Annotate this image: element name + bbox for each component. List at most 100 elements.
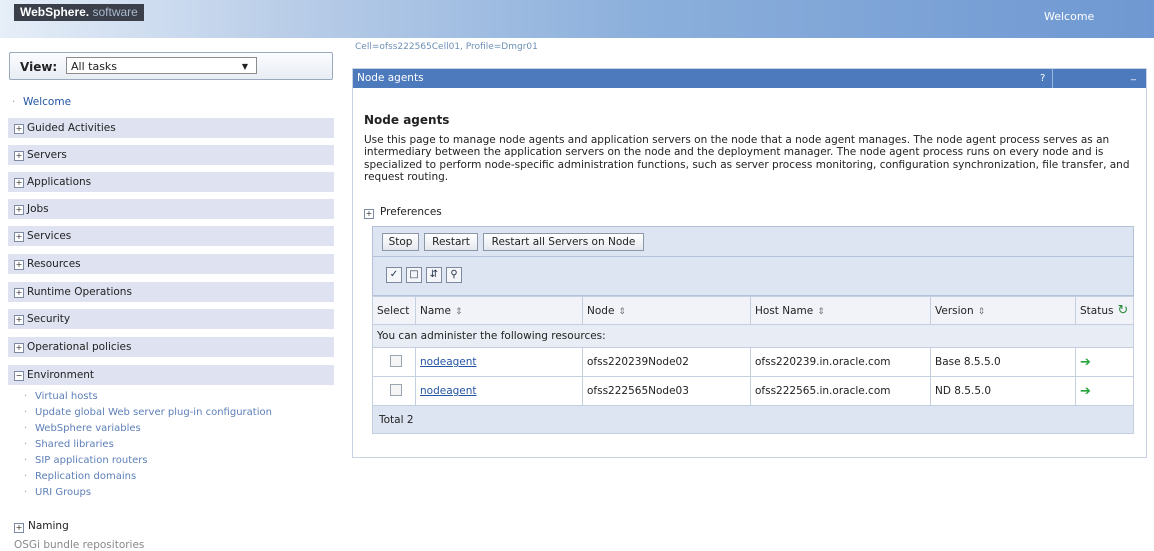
- websphere-logo: WebSphere. software: [14, 4, 144, 21]
- restart-all-servers-button[interactable]: Restart all Servers on Node: [483, 233, 644, 251]
- started-arrow-icon: ➔: [1080, 354, 1091, 370]
- header-version[interactable]: Version ⇕: [930, 296, 1076, 325]
- nav-item-uri-groups[interactable]: · URI Groups: [24, 487, 91, 498]
- view-select-value: All tasks: [71, 60, 118, 73]
- node-agent-link[interactable]: nodeagent: [420, 385, 477, 397]
- name-cell: nodeagent: [415, 376, 583, 406]
- bullet-icon: ·: [24, 439, 28, 450]
- sort-icon[interactable]: ⇕: [978, 307, 986, 317]
- table-toolbar: ✓ □ ⇵ ⚲: [372, 257, 1134, 296]
- nav-section-guided-activities[interactable]: + Guided Activities: [8, 117, 334, 138]
- expand-icon: +: [14, 124, 24, 134]
- nav-section-servers[interactable]: + Servers: [8, 144, 334, 165]
- nav-section-services[interactable]: + Services: [8, 225, 334, 246]
- welcome-link[interactable]: Welcome: [1044, 10, 1094, 23]
- view-label: View:: [20, 60, 58, 74]
- nav-item-osgi[interactable]: OSGi bundle repositories: [14, 539, 144, 551]
- started-arrow-icon: ➔: [1080, 383, 1091, 399]
- name-cell: nodeagent: [415, 347, 583, 377]
- view-select[interactable]: All tasks ▼: [66, 57, 257, 74]
- bullet-icon: ·: [24, 391, 28, 402]
- nav-section-operational-policies[interactable]: + Operational policies: [8, 336, 334, 357]
- action-button-bar: Stop Restart Restart all Servers on Node: [372, 226, 1134, 257]
- sort-icon[interactable]: ⇕: [455, 307, 463, 317]
- select-all-icon[interactable]: ✓: [386, 267, 402, 283]
- nav-item-websphere-variables[interactable]: · WebSphere variables: [24, 423, 141, 434]
- preferences-toggle[interactable]: + Preferences: [364, 206, 442, 219]
- node-agents-panel: Node agents ? _ Node agents Use this pag…: [352, 68, 1147, 458]
- row-checkbox[interactable]: [390, 355, 402, 367]
- nav-welcome-link[interactable]: · Welcome: [12, 96, 71, 108]
- expand-icon: +: [14, 178, 24, 188]
- deselect-all-icon[interactable]: □: [406, 267, 422, 283]
- node-agents-table: Select Name ⇕ Node ⇕ Host Name ⇕ Version ⇕ S…: [372, 296, 1134, 434]
- bullet-icon: ·: [24, 487, 28, 498]
- filter-icon[interactable]: ⚲: [446, 267, 462, 283]
- nav-item-update-plugin[interactable]: · Update global Web server plug-in config…: [24, 407, 272, 418]
- sort-icon[interactable]: ⇕: [618, 307, 626, 317]
- title-separator: [1052, 69, 1053, 88]
- brand-name: WebSphere.: [20, 5, 90, 19]
- nav-item-sip-routers[interactable]: · SIP application routers: [24, 455, 148, 466]
- expand-icon: +: [14, 232, 24, 242]
- nav-section-applications[interactable]: + Applications: [8, 171, 334, 192]
- show-filter-icon[interactable]: ⇵: [426, 267, 442, 283]
- bullet-icon: ·: [24, 471, 28, 482]
- header-status: Status ↻: [1075, 296, 1134, 325]
- left-navigation: View: All tasks ▼ · Welcome + Guided Activ…: [0, 45, 345, 551]
- page-description: Use this page to manage node agents and …: [364, 134, 1130, 184]
- table-header-row: Select Name ⇕ Node ⇕ Host Name ⇕ Version ⇕ S…: [372, 296, 1134, 325]
- table-total-row: Total 2: [372, 405, 1134, 434]
- bullet-icon: ·: [24, 423, 28, 434]
- version-cell: ND 8.5.5.0: [930, 376, 1076, 406]
- nav-section-runtime-operations[interactable]: + Runtime Operations: [8, 281, 334, 302]
- nav-section-resources[interactable]: + Resources: [8, 253, 334, 274]
- minimize-icon[interactable]: _: [1131, 66, 1136, 85]
- message-cell: You can administer the following resourc…: [372, 324, 1134, 348]
- stop-button[interactable]: Stop: [382, 233, 419, 251]
- breadcrumb: Cell=ofss222565Cell01, Profile=Dmgr01: [355, 42, 538, 52]
- nav-item-naming[interactable]: + Naming: [14, 520, 69, 533]
- expand-icon: +: [364, 209, 374, 219]
- select-cell: [372, 347, 416, 377]
- collapse-icon: −: [14, 371, 24, 381]
- expand-icon: +: [14, 523, 24, 533]
- version-cell: Base 8.5.5.0: [930, 347, 1076, 377]
- header-name[interactable]: Name ⇕: [415, 296, 583, 325]
- table-row: nodeagent ofss222565Node03 ofss222565.in…: [372, 376, 1134, 406]
- host-cell: ofss222565.in.oracle.com: [750, 376, 931, 406]
- expand-icon: +: [14, 151, 24, 161]
- bullet-icon: ·: [12, 96, 16, 108]
- expand-icon: +: [14, 260, 24, 270]
- sort-icon[interactable]: ⇕: [817, 307, 825, 317]
- expand-icon: +: [14, 288, 24, 298]
- node-agent-link[interactable]: nodeagent: [420, 356, 477, 368]
- status-cell: ➔: [1075, 376, 1134, 406]
- view-selector-box: View: All tasks ▼: [9, 52, 333, 80]
- header-host-name[interactable]: Host Name ⇕: [750, 296, 931, 325]
- status-cell: ➔: [1075, 347, 1134, 377]
- refresh-icon[interactable]: ↻: [1117, 303, 1128, 318]
- node-cell: ofss222565Node03: [582, 376, 751, 406]
- node-cell: ofss220239Node02: [582, 347, 751, 377]
- nav-item-shared-libraries[interactable]: · Shared libraries: [24, 439, 114, 450]
- bullet-icon: ·: [24, 455, 28, 466]
- row-checkbox[interactable]: [390, 384, 402, 396]
- page-heading: Node agents: [364, 113, 450, 127]
- header-node[interactable]: Node ⇕: [582, 296, 751, 325]
- panel-title: Node agents: [357, 72, 424, 84]
- nav-section-environment[interactable]: − Environment: [8, 364, 334, 385]
- table-message-row: You can administer the following resourc…: [372, 324, 1134, 348]
- nav-section-jobs[interactable]: + Jobs: [8, 198, 334, 219]
- restart-button[interactable]: Restart: [424, 233, 478, 251]
- help-icon[interactable]: ?: [1040, 69, 1050, 88]
- expand-icon: +: [14, 315, 24, 325]
- nav-section-security[interactable]: + Security: [8, 308, 334, 329]
- select-cell: [372, 376, 416, 406]
- brand-product: software: [92, 5, 138, 19]
- nav-item-replication-domains[interactable]: · Replication domains: [24, 471, 136, 482]
- top-banner: WebSphere. software Welcome: [0, 0, 1154, 38]
- panel-title-bar: Node agents ? _: [353, 69, 1146, 88]
- nav-item-virtual-hosts[interactable]: · Virtual hosts: [24, 391, 98, 402]
- header-select: Select: [372, 296, 416, 325]
